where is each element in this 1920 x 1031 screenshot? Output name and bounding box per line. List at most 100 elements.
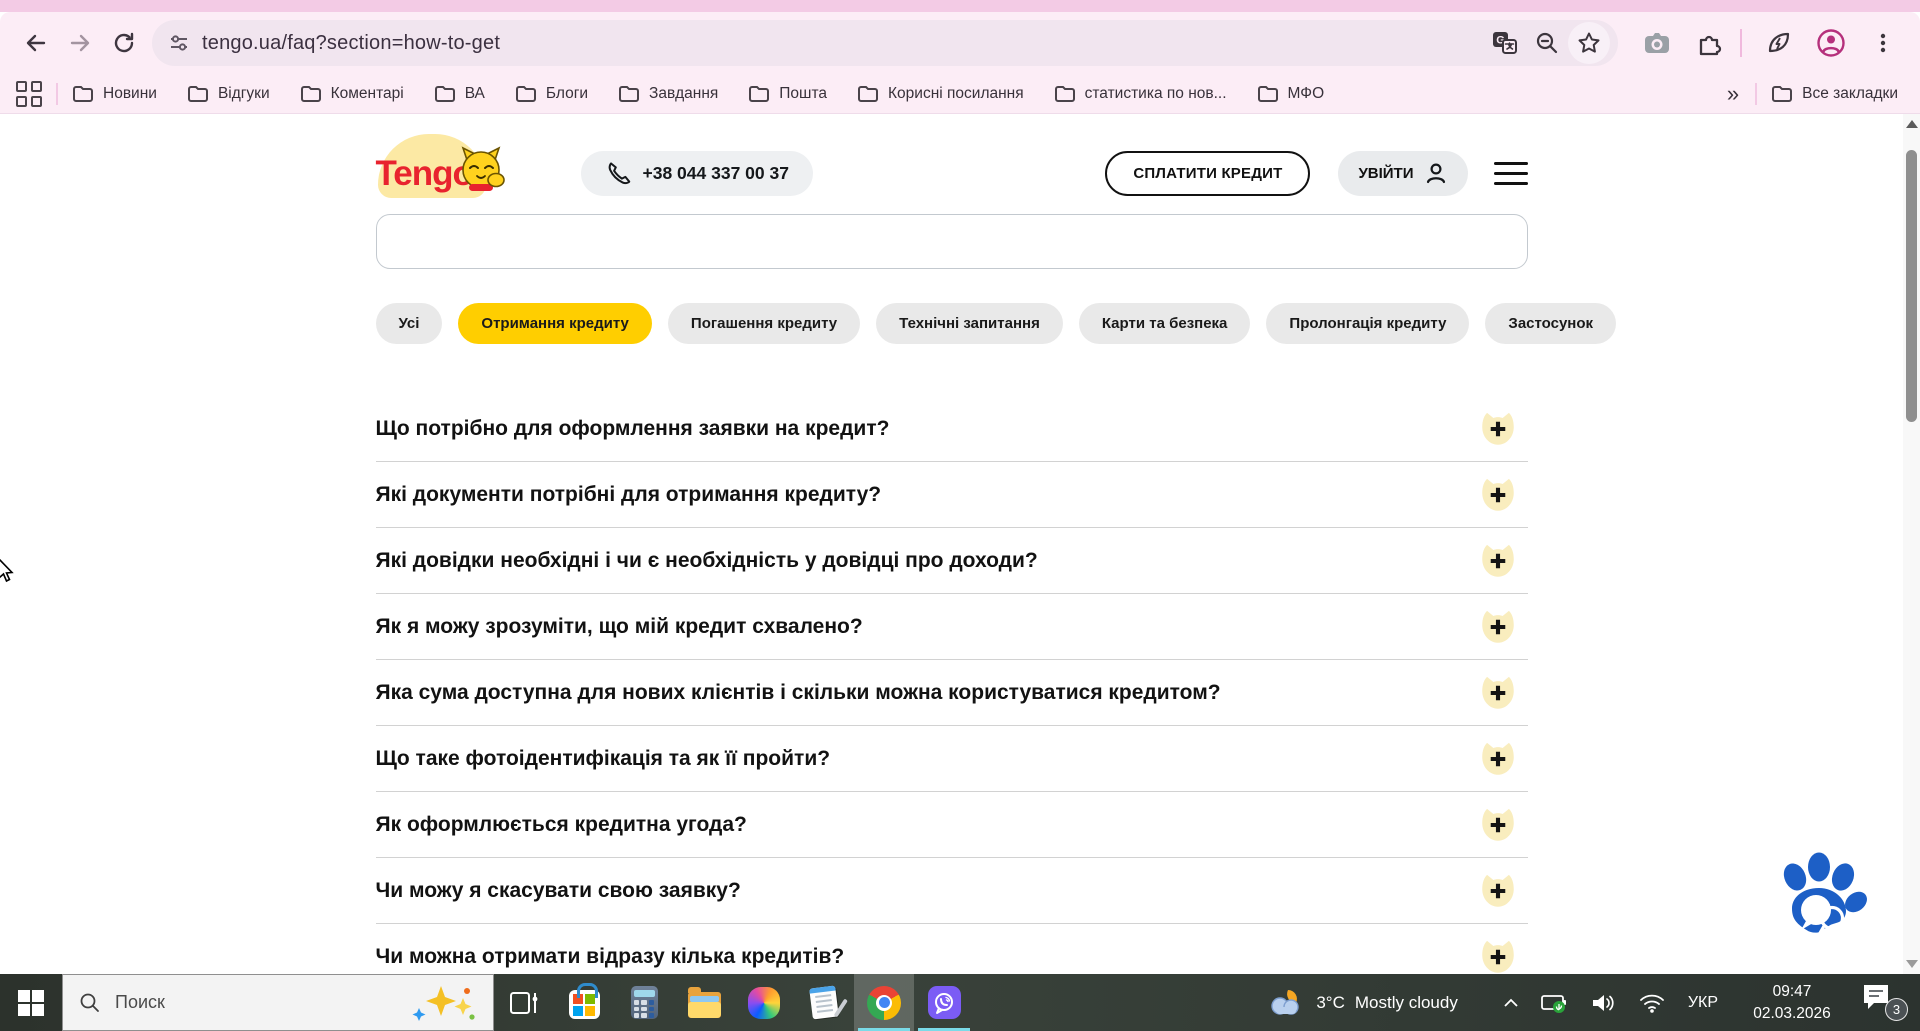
pay-credit-button[interactable]: СПЛАТИТИ КРЕДИТ <box>1105 150 1311 196</box>
reload-button[interactable] <box>102 21 146 65</box>
faq-row[interactable]: Яка сума доступна для нових клієнтів і с… <box>375 660 1528 726</box>
folder-icon <box>1772 85 1793 102</box>
bookmarks-separator <box>56 82 58 105</box>
taskbar-app-viber[interactable] <box>914 974 974 1031</box>
filter-chip-prolongation[interactable]: Пролонгація кредиту <box>1266 303 1470 344</box>
taskbar-app-file-explorer[interactable] <box>674 974 734 1031</box>
zoom-button[interactable] <box>1526 22 1568 64</box>
speaker-icon <box>1592 994 1614 1011</box>
web-page: Tengo +38 044 337 00 37 СПЛАТИТИ КРЕДИТ <box>0 114 1903 974</box>
phone-number: +38 044 337 00 37 <box>642 162 789 183</box>
address-bar[interactable]: tengo.ua/faq?section=how-to-get G <box>152 20 1618 66</box>
screenshot-button[interactable] <box>1634 20 1680 66</box>
faq-row[interactable]: Які документи потрібні для отримання кре… <box>375 462 1528 528</box>
forward-button[interactable] <box>58 21 102 65</box>
notepad-icon <box>809 985 839 1020</box>
faq-row[interactable]: Що таке фотоідентифікація та як її пройт… <box>375 726 1528 792</box>
faq-row[interactable]: Що потрібно для оформлення заявки на кре… <box>375 396 1528 462</box>
folder-icon <box>300 85 321 102</box>
extensions-button[interactable] <box>1686 20 1732 66</box>
expand-plus-icon[interactable] <box>1476 739 1520 779</box>
bookmark-folder-va[interactable]: ВА <box>434 85 485 103</box>
bookmark-folder-blohy[interactable]: Блоги <box>515 85 588 103</box>
folder-icon <box>619 85 640 102</box>
back-icon <box>26 34 46 52</box>
filter-chip-technical[interactable]: Технічні запитання <box>876 303 1063 344</box>
expand-plus-icon[interactable] <box>1476 673 1520 713</box>
site-menu-button[interactable] <box>1493 161 1528 185</box>
profile-button[interactable] <box>1808 20 1854 66</box>
expand-plus-icon[interactable] <box>1476 805 1520 845</box>
expand-plus-icon[interactable] <box>1476 475 1520 515</box>
bookmark-star-button[interactable] <box>1568 22 1610 64</box>
taskbar-app-microsoft-store[interactable] <box>554 974 614 1031</box>
faq-row[interactable]: Чи можна отримати відразу кілька кредиті… <box>376 924 1528 974</box>
bookmarks-overflow-button[interactable]: » <box>1727 81 1739 107</box>
expand-plus-icon[interactable] <box>1476 937 1520 975</box>
bookmark-folder-komentari[interactable]: Коментарі <box>300 85 404 103</box>
bookmark-folder-poshta[interactable]: Пошта <box>748 85 827 103</box>
faq-row[interactable]: Як оформлюється кредитна угода? <box>375 792 1528 858</box>
expand-plus-icon[interactable] <box>1476 409 1520 449</box>
language-indicator[interactable]: УКР <box>1688 994 1718 1012</box>
expand-plus-icon[interactable] <box>1476 541 1520 581</box>
clock-time: 09:47 <box>1772 982 1812 1000</box>
taskbar-app-chrome[interactable] <box>854 974 914 1031</box>
filter-chip-get-credit[interactable]: Отримання кредиту <box>458 303 652 344</box>
filter-chip-app[interactable]: Застосунок <box>1485 303 1617 344</box>
phone-icon <box>608 162 630 185</box>
star-icon <box>1578 32 1600 53</box>
login-button[interactable]: УВІЙТИ <box>1338 150 1468 196</box>
folder-icon <box>515 85 536 102</box>
bookmark-folder-vidhuky[interactable]: Відгуки <box>187 85 270 103</box>
site-header: Tengo +38 044 337 00 37 СПЛАТИТИ КРЕДИТ <box>376 134 1528 200</box>
tengo-logo[interactable]: Tengo <box>376 134 505 200</box>
taskbar-app-notepad[interactable] <box>794 974 854 1031</box>
taskbar-search-box[interactable]: Поиск <box>62 974 494 1031</box>
tray-battery-button[interactable] <box>1540 992 1569 1014</box>
bookmark-folder-novyny[interactable]: Новини <box>72 85 157 103</box>
taskbar-clock[interactable]: 09:47 02.03.2026 <box>1744 981 1840 1024</box>
faq-row[interactable]: Як я можу зрозуміти, що мій кредит схвал… <box>375 594 1528 660</box>
scroll-down-arrow[interactable] <box>1906 960 1918 968</box>
url-text[interactable]: tengo.ua/faq?section=how-to-get <box>202 32 500 55</box>
start-button[interactable] <box>0 974 62 1031</box>
faq-row[interactable]: Які довідки необхідні і чи є необхідніст… <box>375 528 1528 594</box>
faq-question: Як оформлюється кредитна угода? <box>375 812 747 836</box>
notification-count-badge: 3 <box>1885 997 1908 1021</box>
browser-menu-button[interactable] <box>1860 20 1906 66</box>
tray-volume-button[interactable] <box>1591 992 1617 1014</box>
taskbar-app-task-view[interactable] <box>494 974 554 1031</box>
back-button[interactable] <box>14 21 58 65</box>
filter-chip-repayment[interactable]: Погашення кредиту <box>667 303 861 344</box>
calculator-icon <box>630 986 658 1019</box>
site-settings-icon[interactable] <box>168 32 190 54</box>
taskbar-app-copilot[interactable] <box>734 974 794 1031</box>
notification-center-button[interactable]: 3 <box>1860 983 1908 1023</box>
bookmark-folder-korysni[interactable]: Корисні посилання <box>857 85 1024 103</box>
login-label: УВІЙТИ <box>1358 164 1414 182</box>
bookmark-folder-zavdannia[interactable]: Завдання <box>618 85 718 103</box>
chat-widget-paw-button[interactable] <box>1771 850 1867 950</box>
translate-button[interactable]: G <box>1484 22 1526 64</box>
apps-grid-icon[interactable] <box>16 80 42 107</box>
filter-chip-cards-security[interactable]: Карти та безпека <box>1078 303 1251 344</box>
performance-button[interactable] <box>1756 20 1802 66</box>
faq-row[interactable]: Чи можу я скасувати свою заявку? <box>375 858 1528 924</box>
weather-icon <box>1271 989 1300 1015</box>
vertical-scrollbar[interactable] <box>1903 114 1920 974</box>
taskbar-app-calculator[interactable] <box>614 974 674 1031</box>
tray-chevron-button[interactable] <box>1503 998 1519 1008</box>
filter-chip-all[interactable]: Усі <box>375 303 443 344</box>
scroll-up-arrow[interactable] <box>1906 120 1918 128</box>
phone-button[interactable]: +38 044 337 00 37 <box>580 150 813 196</box>
scrollbar-thumb[interactable] <box>1906 150 1917 422</box>
all-bookmarks-button[interactable]: Все закладки <box>1771 85 1898 103</box>
bookmark-folder-mfo[interactable]: МФО <box>1257 85 1324 103</box>
tray-wifi-button[interactable] <box>1639 993 1665 1013</box>
bookmark-folder-statystyka[interactable]: статистика по нов... <box>1054 85 1227 103</box>
faq-search-input[interactable] <box>375 214 1528 269</box>
expand-plus-icon[interactable] <box>1476 871 1520 911</box>
taskbar-weather-widget[interactable]: 3°C Mostly cloudy <box>1266 986 1458 1020</box>
expand-plus-icon[interactable] <box>1476 607 1520 647</box>
